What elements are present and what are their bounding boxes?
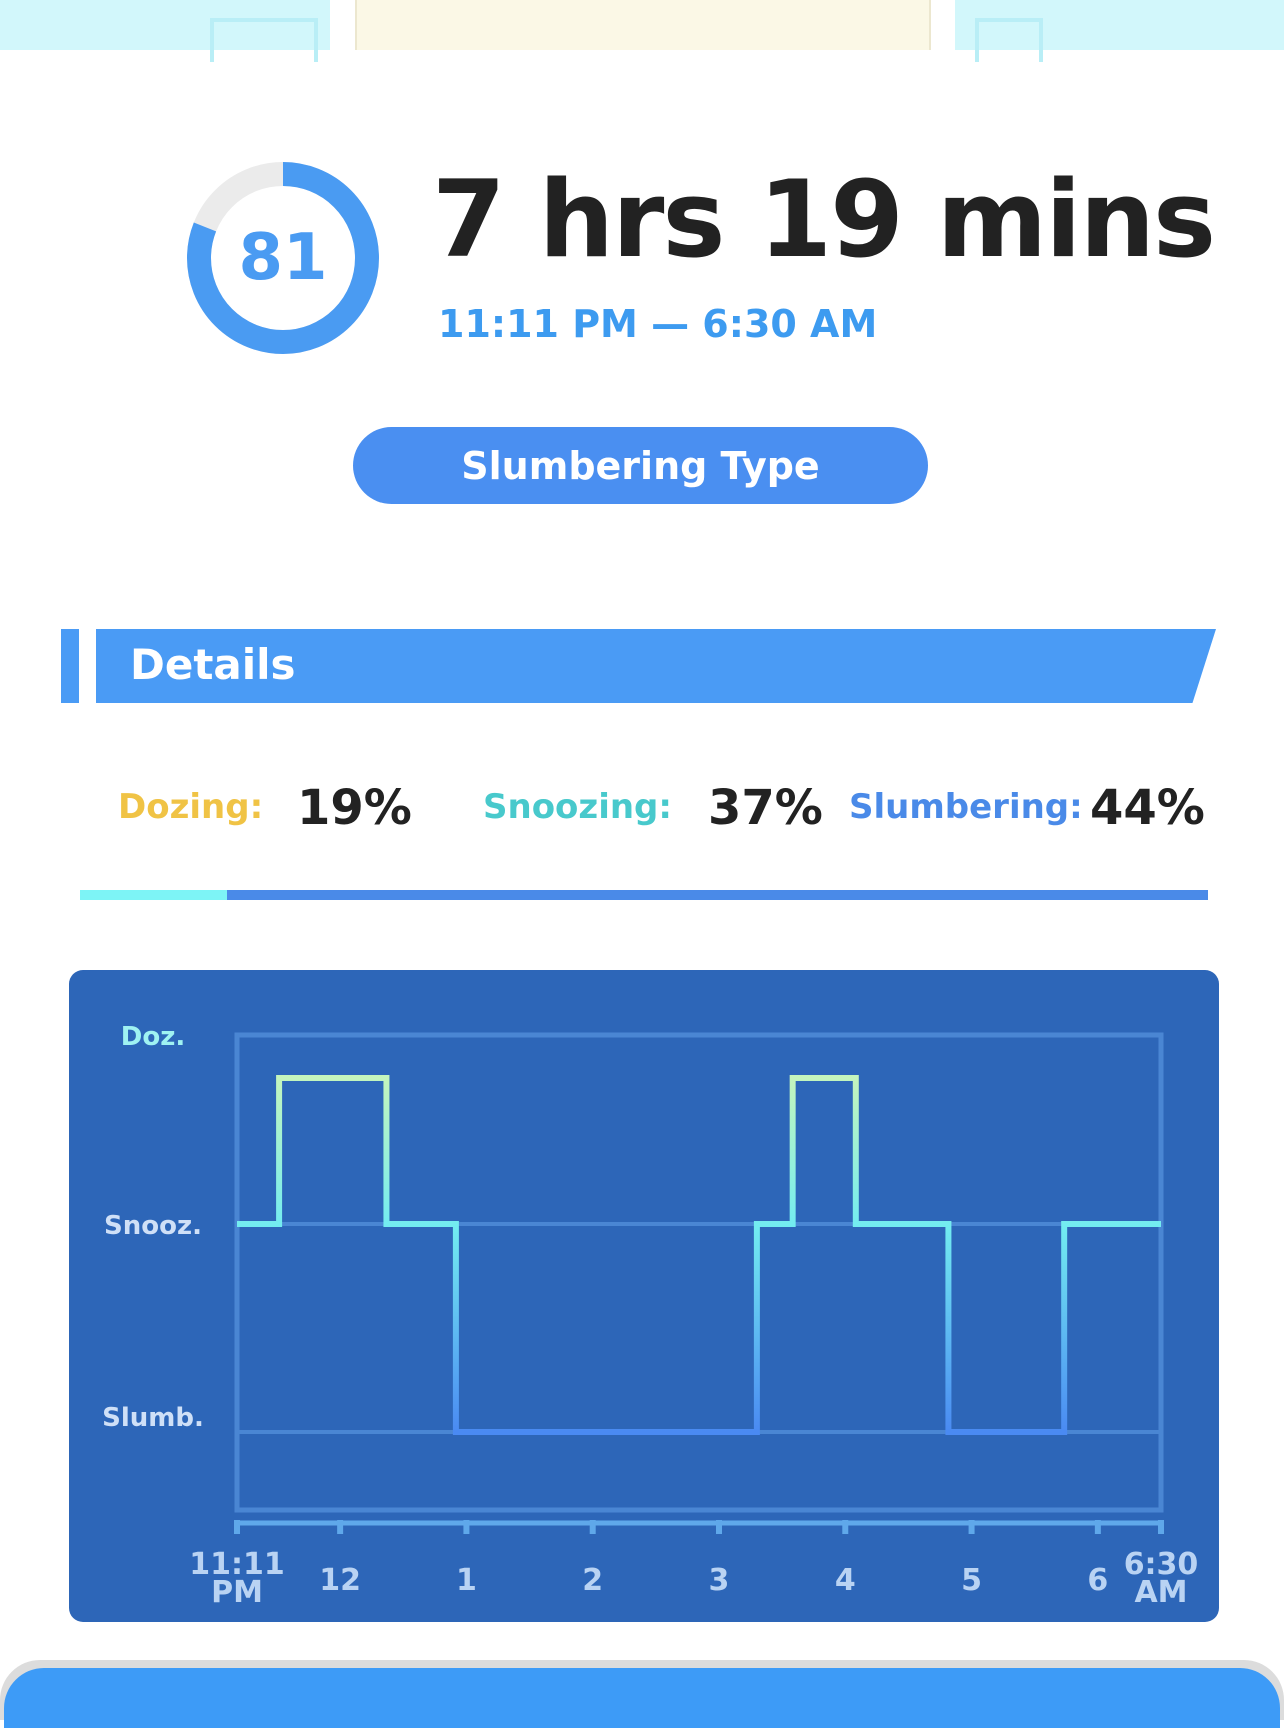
dozing-label: Dozing: — [118, 787, 264, 827]
x-tick-label: 12 — [319, 1563, 361, 1598]
ratio-segment-snoozing — [80, 890, 227, 900]
sleep-score-ring: 81 — [185, 160, 381, 356]
slumbering-percent: 44% — [1090, 780, 1205, 836]
snoozing-percent: 37% — [708, 780, 823, 836]
chart-frame — [234, 1032, 1164, 1513]
details-title: Details — [130, 640, 296, 689]
x-tick-label: 5 — [961, 1563, 982, 1598]
card-decoration — [975, 18, 1043, 62]
x-tick-label: 11:11 PM — [189, 1547, 285, 1610]
x-tick-label: 6:30 AM — [1124, 1547, 1199, 1610]
top-card-left[interactable] — [0, 0, 330, 62]
details-header-accent — [61, 629, 79, 703]
snoozing-label: Snoozing: — [483, 787, 672, 827]
sleep-stage-step-line — [237, 1075, 1161, 1435]
sleep-ratio-bar — [80, 890, 1208, 900]
bottom-action-button[interactable] — [4, 1668, 1280, 1728]
ratio-segment-slumbering — [226, 890, 1208, 900]
sleep-stage-chart: Doz. Snooz. Slumb. 11:11 PM 12 1 2 3 4 5 6 6:30 AM — [69, 970, 1219, 1622]
slumbering-label: Slumbering: — [849, 787, 1083, 827]
sleep-type-button[interactable]: Slumbering Type — [353, 427, 928, 504]
y-axis-label: Slumb. — [102, 1403, 204, 1433]
x-tick-label: 1 — [456, 1563, 477, 1598]
x-tick-label: 4 — [835, 1563, 856, 1598]
sleep-stage-chart-svg: Doz.Snooz.Slumb.11:11 PM 12 1 2 3 4 5 6 6:30 AM — [102, 1022, 1199, 1610]
top-card-right[interactable] — [955, 0, 1284, 62]
sleep-score-value: 81 — [238, 221, 328, 295]
top-card-center[interactable] — [355, 0, 931, 50]
card-decoration — [210, 18, 318, 62]
y-axis-label: Doz. — [121, 1022, 185, 1052]
y-axis-label: Snooz. — [104, 1211, 202, 1241]
x-tick-label: 2 — [582, 1563, 603, 1598]
x-tick-label: 6 — [1087, 1563, 1108, 1598]
sleep-time-range: 11:11 PM — 6:30 AM — [438, 302, 878, 346]
dozing-percent: 19% — [297, 780, 412, 836]
sleep-duration: 7 hrs 19 mins — [432, 158, 1216, 281]
x-tick-label: 3 — [709, 1563, 730, 1598]
